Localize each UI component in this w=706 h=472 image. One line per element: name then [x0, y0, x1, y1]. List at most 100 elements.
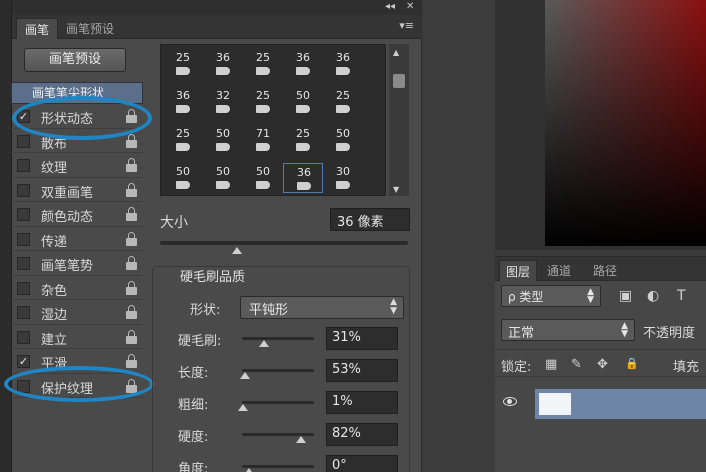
param-value-input[interactable]: 1% [326, 391, 398, 414]
param-slider-thumb[interactable] [237, 404, 248, 411]
lock-icon[interactable] [126, 133, 137, 148]
lock-icon[interactable] [126, 207, 137, 221]
brush-tip-cell[interactable]: 50 [283, 87, 323, 117]
blend-mode-select[interactable]: 正常 ▲ ▼ [501, 319, 635, 341]
panel-topbar: ◂◂ ✕ [12, 0, 422, 15]
size-label: 大小 [160, 215, 188, 231]
option-label: 画笔笔势 [41, 259, 94, 274]
brush-tip-cell[interactable]: 25 [163, 49, 203, 79]
brush-option-row[interactable]: 纹理 [11, 153, 143, 178]
option-checkbox[interactable] [17, 257, 30, 270]
brush-tip-cell[interactable]: 50 [203, 125, 243, 155]
brush-tip-cell[interactable]: 25 [243, 87, 283, 117]
filter-image-icon[interactable]: ▣ [619, 288, 632, 304]
param-slider-track[interactable] [242, 401, 314, 404]
tab-brush[interactable]: 画笔 [16, 18, 59, 39]
param-value-input[interactable]: 31% [326, 327, 398, 350]
brush-tip-cell[interactable]: 36 [283, 163, 323, 193]
size-slider-track[interactable] [160, 241, 408, 245]
layer-thumbnail[interactable] [539, 393, 571, 415]
size-slider-thumb[interactable] [231, 247, 242, 254]
brush-presets-button[interactable]: 画笔预设 [24, 48, 126, 72]
shape-select[interactable]: 平钝形 ▲ ▼ [240, 296, 404, 319]
option-checkbox[interactable] [17, 183, 30, 197]
lock-all-icon[interactable]: 🔒 [625, 357, 639, 370]
brush-tip-cell[interactable]: 50 [323, 125, 363, 155]
param-slider-track[interactable] [242, 337, 314, 340]
brush-tip-icon [296, 67, 310, 75]
brush-tip-cell[interactable]: 36 [283, 49, 323, 79]
param-slider-thumb[interactable] [239, 372, 250, 379]
brush-option-row[interactable]: 双重画笔 [11, 178, 143, 202]
select-arrows-icon: ▲ ▼ [621, 321, 628, 339]
option-checkbox[interactable] [17, 330, 30, 344]
visibility-eye-icon[interactable] [503, 397, 517, 406]
shape-select-value: 平钝形 [249, 303, 289, 318]
brush-tip-cell[interactable]: 71 [243, 125, 283, 155]
scroll-up-icon[interactable]: ▲ [393, 48, 399, 57]
highlight-annotation-shape-dynamics [12, 96, 152, 140]
brush-tip-cell[interactable]: 25 [323, 87, 363, 117]
lock-icon[interactable] [126, 329, 137, 344]
color-picker-field[interactable] [545, 0, 706, 246]
tab-layers[interactable]: 图层 [499, 260, 538, 281]
brush-tip-size: 50 [336, 127, 350, 140]
lock-icon[interactable] [126, 182, 137, 197]
brush-option-row[interactable]: 杂色 [11, 276, 143, 300]
filter-text-icon[interactable]: T [677, 288, 686, 304]
lock-icon[interactable] [126, 280, 137, 295]
scroll-thumb[interactable] [393, 74, 405, 88]
brush-tip-cell[interactable]: 30 [323, 163, 363, 193]
layer-row[interactable] [495, 385, 706, 423]
panel-menu-button[interactable]: ▾≡ [399, 19, 414, 32]
param-value-input[interactable]: 53% [326, 359, 398, 382]
lock-icon[interactable] [126, 158, 137, 172]
lock-icon[interactable] [126, 256, 137, 270]
lock-transparency-icon[interactable]: ▦ [545, 357, 557, 372]
tab-brush-presets[interactable]: 画笔预设 [58, 18, 122, 39]
param-value-input[interactable]: 82% [326, 423, 398, 446]
tip-grid-scrollbar[interactable]: ▲ ▼ [389, 44, 409, 196]
brush-tip-size: 50 [216, 127, 230, 140]
brush-tip-cell[interactable]: 36 [163, 87, 203, 117]
lock-icon[interactable] [126, 354, 137, 368]
lock-position-icon[interactable]: ✥ [597, 357, 608, 372]
layer-filter-select[interactable]: ρ 类型 ▲ ▼ [501, 285, 601, 307]
option-checkbox[interactable] [17, 281, 30, 295]
collapse-panels-button[interactable]: ◂◂ [385, 1, 395, 13]
lock-icon[interactable] [126, 231, 137, 246]
brush-tip-cell[interactable]: 25 [163, 125, 203, 155]
option-checkbox[interactable] [17, 134, 30, 148]
option-checkbox[interactable] [17, 208, 30, 221]
brush-option-row[interactable]: 建立 [11, 325, 143, 349]
param-slider-thumb[interactable] [259, 340, 270, 347]
brush-option-row[interactable]: 传递 [11, 227, 143, 251]
tab-paths[interactable]: 路径 [587, 260, 623, 281]
lock-pixels-icon[interactable]: ✎ [571, 357, 582, 372]
brush-tip-cell[interactable]: 25 [283, 125, 323, 155]
param-value-input[interactable]: 0° [326, 455, 398, 472]
option-checkbox[interactable] [17, 159, 30, 172]
brush-option-row[interactable]: 颜色动态 [11, 202, 143, 227]
lock-icon[interactable] [126, 305, 137, 319]
brush-tip-cell[interactable]: 50 [203, 163, 243, 193]
param-slider-thumb[interactable] [244, 468, 255, 472]
option-checkbox[interactable]: ✓ [17, 355, 30, 368]
brush-tip-cell[interactable]: 36 [323, 49, 363, 79]
option-checkbox[interactable] [17, 232, 30, 246]
filter-adjustment-icon[interactable]: ◐ [647, 288, 659, 304]
tab-channels[interactable]: 通道 [541, 260, 577, 281]
scroll-down-icon[interactable]: ▼ [393, 185, 399, 194]
param-slider-thumb[interactable] [296, 436, 307, 443]
brush-tip-cell[interactable]: 50 [163, 163, 203, 193]
brush-tip-cell[interactable]: 32 [203, 87, 243, 117]
brush-option-row[interactable]: 湿边 [11, 300, 143, 325]
option-checkbox[interactable] [17, 306, 30, 319]
close-panel-button[interactable]: ✕ [406, 1, 414, 13]
brush-tip-cell[interactable]: 36 [203, 49, 243, 79]
param-slider-track[interactable] [242, 369, 314, 372]
brush-tip-cell[interactable]: 25 [243, 49, 283, 79]
size-input[interactable]: 36 像素 [330, 208, 410, 231]
brush-option-row[interactable]: 画笔笔势 [11, 251, 143, 276]
brush-tip-cell[interactable]: 50 [243, 163, 283, 193]
